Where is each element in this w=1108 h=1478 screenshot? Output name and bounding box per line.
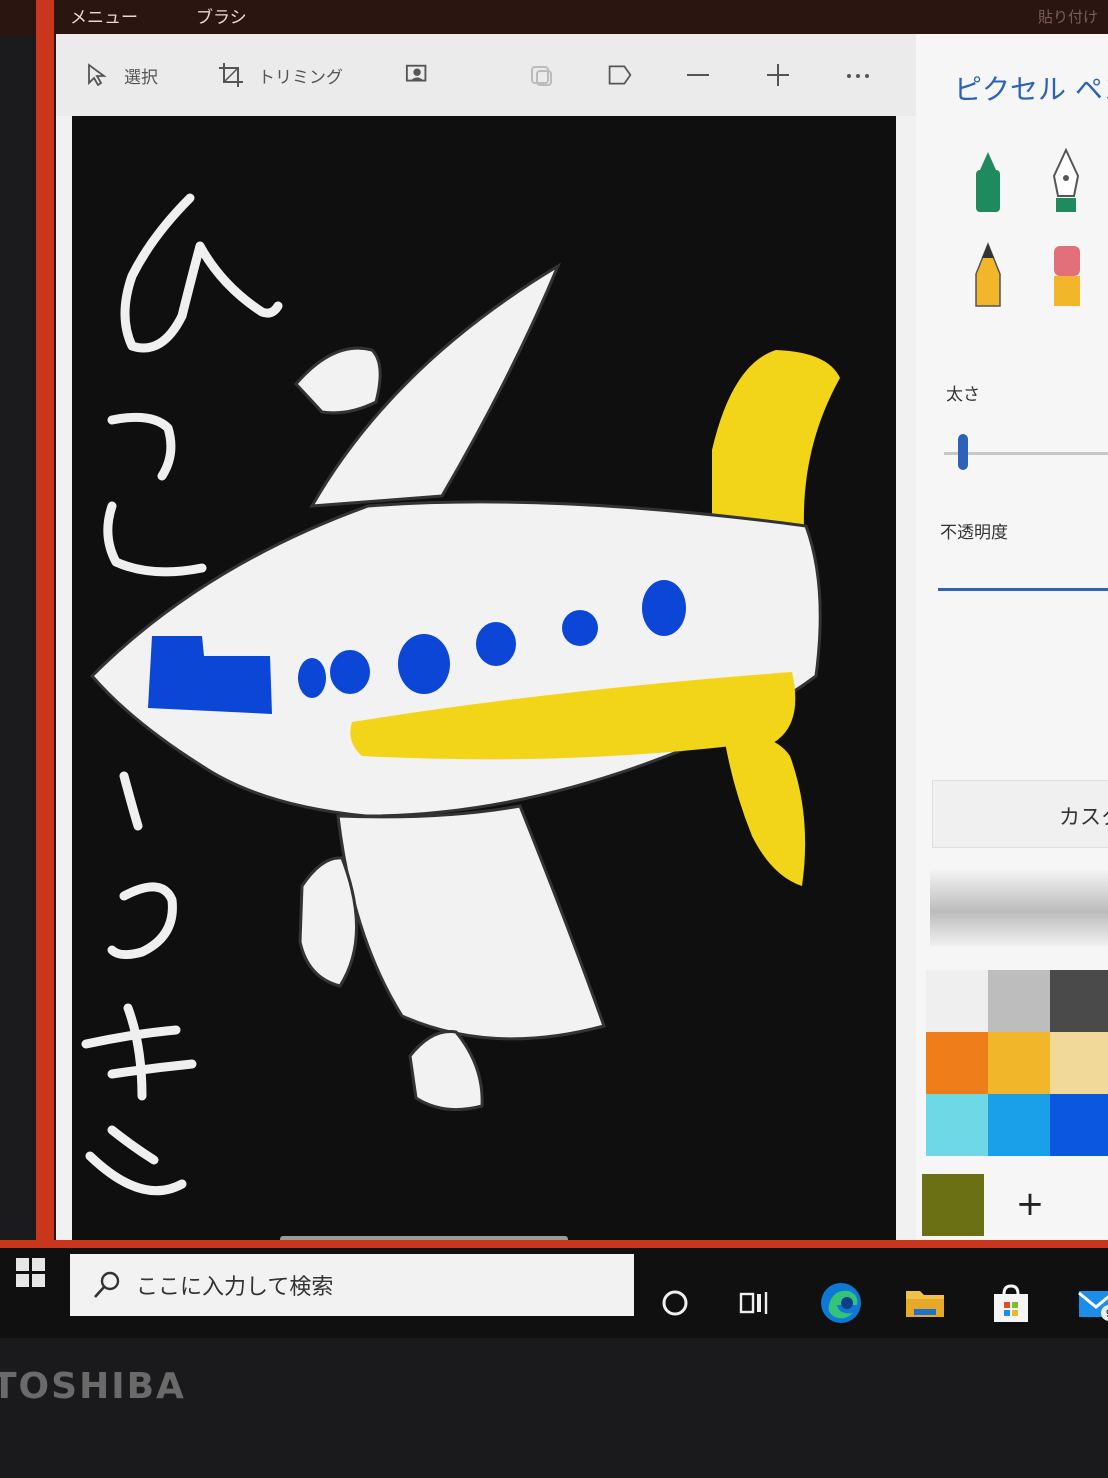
color-swatch[interactable] [926,1032,988,1094]
sticker-icon[interactable] [529,62,555,88]
menu-item-menu[interactable]: メニュー [70,3,138,28]
color-swatch[interactable] [1050,970,1108,1032]
crop-label: トリミング [258,67,343,88]
opacity-slider[interactable] [938,588,1108,591]
task-view-icon[interactable] [730,1278,780,1328]
thickness-label: 太さ [946,385,980,405]
more-icon[interactable] [845,62,871,88]
taskbar-search[interactable]: ここに入力して検索 [70,1254,634,1316]
top-menu: メニュー ブラシ [70,0,247,30]
brush-panel: ピクセル ペン 太さ 不透明度 カスタ + [916,34,1108,1266]
mail-icon[interactable]: 9 [1070,1278,1108,1328]
lower-tail [724,734,806,886]
store-icon[interactable] [986,1278,1036,1328]
edge-icon[interactable] [816,1278,866,1328]
engine-right [408,1030,484,1112]
color-swatch[interactable] [1050,1094,1108,1156]
toolbar: 選択 トリミング [56,34,916,116]
magic-select-icon[interactable] [405,62,431,88]
drawing-canvas[interactable] [72,116,896,1264]
search-placeholder: ここに入力して検索 [136,1275,334,1300]
engine-left [298,856,358,988]
color-swatch[interactable] [926,970,988,1032]
select-label: 選択 [124,67,158,88]
thickness-slider[interactable] [944,452,1108,455]
brand-logo: TOSHIBA [0,1366,186,1407]
color-preview-bar [930,870,1108,946]
search-icon [92,1270,122,1300]
accent-edge [36,0,54,1250]
rear-stabilizer [293,346,382,415]
file-explorer-icon[interactable] [900,1278,950,1328]
color-swatch[interactable] [988,1032,1050,1094]
laptop-bezel [0,1338,1108,1478]
menu-item-brush[interactable]: ブラシ [196,3,247,28]
windows-start-icon[interactable] [14,1256,48,1290]
select-tool[interactable]: 選択 [84,62,158,88]
panel-title: ピクセル ペン [954,73,1108,106]
thickness-thumb[interactable] [958,434,968,470]
add-color-button[interactable]: + [1000,1174,1060,1234]
paste-hint[interactable]: 貼り付け [1038,6,1098,27]
custom-color-button[interactable]: カスタ [932,780,1108,848]
paint-app: 選択 トリミング ピクセル ペ 太さ 不透明度 カス + [56,34,1108,1266]
color-swatch[interactable] [1050,1032,1108,1094]
pencil-icon[interactable] [966,240,1010,310]
tail-fin [712,350,840,534]
custom-label: カスタ [1059,805,1108,829]
marker-icon[interactable] [966,146,1010,216]
color-swatch[interactable] [988,1094,1050,1156]
custom-swatch[interactable] [922,1174,984,1236]
calligraphy-pen-icon[interactable] [1044,146,1088,216]
eraser-icon[interactable] [1044,240,1088,310]
crop-tool[interactable]: トリミング [218,62,343,88]
zoom-in-icon[interactable] [765,62,791,88]
zoom-out-icon[interactable] [685,62,711,88]
color-swatch[interactable] [926,1094,988,1156]
lower-wing [336,804,606,1041]
opacity-label: 不透明度 [940,523,1008,543]
airplane-drawing [81,193,840,1196]
cursor-icon [84,62,110,88]
color-swatch[interactable] [988,970,1050,1032]
crop-icon [218,62,244,88]
cortana-icon[interactable] [650,1278,700,1328]
copy-icon[interactable] [607,62,633,88]
